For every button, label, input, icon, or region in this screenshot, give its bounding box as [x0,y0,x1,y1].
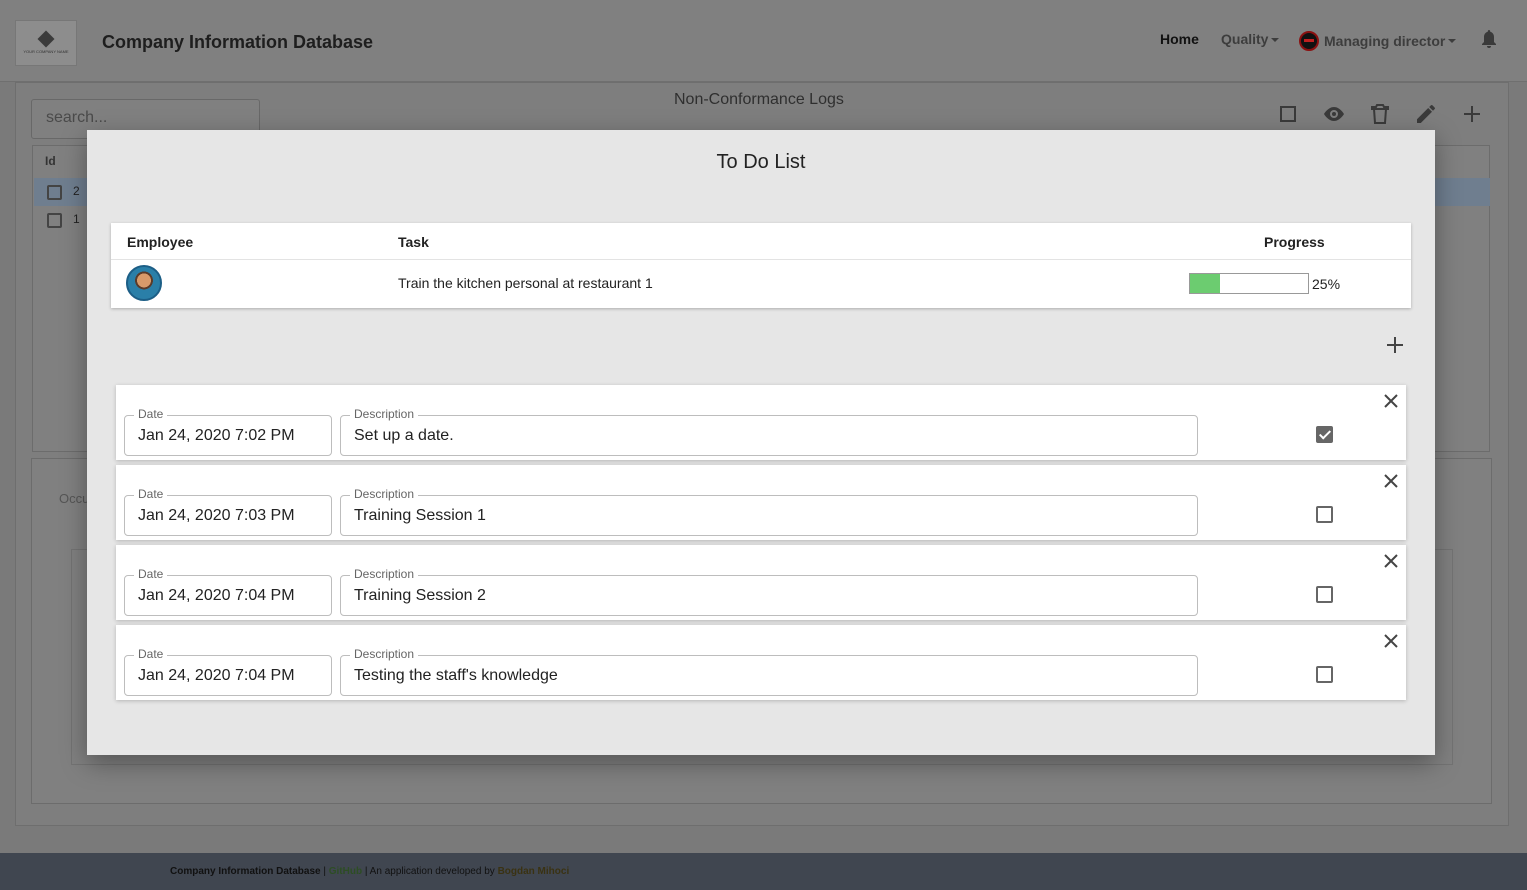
bell-icon[interactable] [1481,30,1497,48]
date-field-label: Date [134,567,168,581]
description-field[interactable]: Description Testing the staff's knowledge [340,647,1198,696]
employee-column-header: Employee [127,234,194,250]
date-value: Jan 24, 2020 7:04 PM [138,667,295,684]
close-icon[interactable] [1382,472,1400,490]
footer-credit: | An application developed by [362,866,498,877]
date-field-label: Date [134,407,168,421]
task-description: Train the kitchen personal at restaurant… [398,275,653,291]
row-id: 1 [73,212,80,226]
date-field[interactable]: Date Jan 24, 2020 7:02 PM [124,407,332,456]
chevron-down-icon [1448,39,1457,43]
todo-item: Date Jan 24, 2020 7:04 PM Description Testi… [116,625,1406,700]
date-value: Jan 24, 2020 7:02 PM [138,427,295,444]
description-value: Training Session 2 [354,587,486,604]
description-field-label: Description [350,407,419,421]
task-summary-table: Employee Task Progress Train the kitchen… [111,223,1411,308]
nav-user-label: Managing director [1324,33,1446,49]
close-icon[interactable] [1382,392,1400,410]
progress-percent: 25% [1312,276,1341,292]
todo-list-modal: To Do List Employee Task Progress Train … [87,130,1435,755]
task-column-header: Task [398,234,429,250]
progress-bar [1189,273,1309,294]
plus-icon[interactable] [1460,102,1484,126]
date-field-label: Date [134,487,168,501]
description-field-label: Description [350,567,419,581]
description-field[interactable]: Description Training Session 1 [340,487,1198,536]
row-checkbox[interactable] [47,213,62,228]
footer-brand: Company Information Database [170,866,321,877]
logo-text: YOUR COMPANY NAME [23,48,69,54]
date-field-label: Date [134,647,168,661]
date-field[interactable]: Date Jan 24, 2020 7:04 PM [124,567,332,616]
description-value: Testing the staff's knowledge [354,667,558,684]
nav-user-dropdown[interactable]: Managing director [1299,31,1457,51]
row-checkbox[interactable] [47,185,62,200]
header-divider [111,259,1411,260]
description-field-label: Description [350,647,419,661]
edit-icon[interactable] [1414,102,1438,126]
close-icon[interactable] [1382,632,1400,650]
toolbar [1276,102,1484,126]
chevron-down-icon [1271,38,1280,43]
app-title[interactable]: Company Information Database [102,32,373,53]
page-title: Non-Conformance Logs [674,91,844,108]
todo-item: Date Jan 24, 2020 7:03 PM Description Train… [116,465,1406,540]
eye-icon[interactable] [1322,102,1346,126]
occurrence-label: Occu [59,491,90,506]
description-value: Set up a date. [354,427,454,444]
progress-bar-fill [1190,274,1220,293]
done-checkbox[interactable] [1316,586,1333,603]
user-avatar [1299,31,1319,51]
description-field[interactable]: Description Training Session 2 [340,567,1198,616]
add-item-button[interactable] [1384,334,1406,356]
close-icon[interactable] [1382,552,1400,570]
done-checkbox[interactable] [1316,426,1333,443]
company-logo[interactable]: YOUR COMPANY NAME [15,20,77,66]
date-field[interactable]: Date Jan 24, 2020 7:03 PM [124,487,332,536]
id-column-header: Id [45,154,56,168]
author-link[interactable]: Bogdan Mihoci [498,866,570,877]
delete-icon[interactable] [1368,102,1392,126]
todo-item: Date Jan 24, 2020 7:04 PM Description Train… [116,545,1406,620]
todo-item: Date Jan 24, 2020 7:02 PM Description Set u… [116,385,1406,460]
date-value: Jan 24, 2020 7:03 PM [138,507,295,524]
date-field[interactable]: Date Jan 24, 2020 7:04 PM [124,647,332,696]
logo-mark [37,30,55,47]
footer-text: Company Information Database | GitHub | … [170,866,569,877]
github-link[interactable]: GitHub [329,866,362,877]
select-all-icon[interactable] [1276,102,1300,126]
footer: Company Information Database | GitHub | … [0,853,1527,890]
employee-avatar [126,265,162,301]
nav-quality-label: Quality [1221,31,1269,47]
modal-title: To Do List [716,151,806,173]
date-value: Jan 24, 2020 7:04 PM [138,587,295,604]
done-checkbox[interactable] [1316,506,1333,523]
top-navbar: YOUR COMPANY NAME Company Information Da… [0,0,1527,82]
progress-column-header: Progress [1264,234,1325,250]
nav-home-link[interactable]: Home [1160,31,1199,47]
description-field-label: Description [350,487,419,501]
nav-quality-dropdown[interactable]: Quality [1221,31,1280,47]
footer-separator: | [320,866,329,877]
row-id: 2 [73,184,80,198]
done-checkbox[interactable] [1316,666,1333,683]
description-field[interactable]: Description Set up a date. [340,407,1198,456]
description-value: Training Session 1 [354,507,486,524]
